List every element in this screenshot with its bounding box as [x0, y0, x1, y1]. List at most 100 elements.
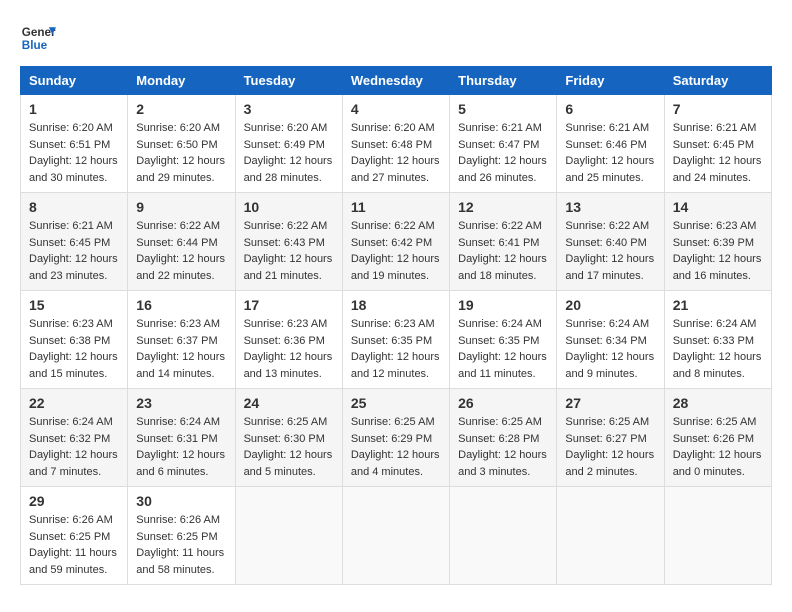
day-info: Sunrise: 6:25 AM Sunset: 6:26 PM Dayligh…	[673, 414, 763, 480]
logo: General Blue	[20, 20, 64, 56]
calendar-cell: 25 Sunrise: 6:25 AM Sunset: 6:29 PM Dayl…	[342, 389, 449, 487]
day-number: 21	[673, 297, 763, 313]
sunset-text: Sunset: 6:27 PM	[565, 431, 655, 448]
daylight-text: Daylight: 12 hours and 26 minutes.	[458, 153, 548, 186]
day-number: 23	[136, 395, 226, 411]
svg-text:Blue: Blue	[22, 39, 48, 52]
sunrise-text: Sunrise: 6:22 AM	[565, 218, 655, 235]
daylight-text: Daylight: 12 hours and 17 minutes.	[565, 251, 655, 284]
logo-icon: General Blue	[20, 20, 56, 56]
day-info: Sunrise: 6:25 AM Sunset: 6:28 PM Dayligh…	[458, 414, 548, 480]
day-info: Sunrise: 6:20 AM Sunset: 6:48 PM Dayligh…	[351, 120, 441, 186]
sunrise-text: Sunrise: 6:20 AM	[136, 120, 226, 137]
daylight-text: Daylight: 12 hours and 18 minutes.	[458, 251, 548, 284]
daylight-text: Daylight: 12 hours and 8 minutes.	[673, 349, 763, 382]
day-number: 28	[673, 395, 763, 411]
daylight-text: Daylight: 12 hours and 19 minutes.	[351, 251, 441, 284]
sunrise-text: Sunrise: 6:20 AM	[244, 120, 334, 137]
sunset-text: Sunset: 6:26 PM	[673, 431, 763, 448]
calendar-cell: 22 Sunrise: 6:24 AM Sunset: 6:32 PM Dayl…	[21, 389, 128, 487]
sunset-text: Sunset: 6:43 PM	[244, 235, 334, 252]
calendar-cell: 17 Sunrise: 6:23 AM Sunset: 6:36 PM Dayl…	[235, 291, 342, 389]
day-number: 22	[29, 395, 119, 411]
sunrise-text: Sunrise: 6:23 AM	[136, 316, 226, 333]
sunset-text: Sunset: 6:28 PM	[458, 431, 548, 448]
day-number: 3	[244, 101, 334, 117]
daylight-text: Daylight: 12 hours and 9 minutes.	[565, 349, 655, 382]
calendar-cell	[664, 487, 771, 585]
sunrise-text: Sunrise: 6:24 AM	[29, 414, 119, 431]
sunrise-text: Sunrise: 6:23 AM	[244, 316, 334, 333]
sunrise-text: Sunrise: 6:25 AM	[565, 414, 655, 431]
daylight-text: Daylight: 12 hours and 6 minutes.	[136, 447, 226, 480]
sunset-text: Sunset: 6:45 PM	[29, 235, 119, 252]
sunrise-text: Sunrise: 6:21 AM	[29, 218, 119, 235]
daylight-text: Daylight: 12 hours and 13 minutes.	[244, 349, 334, 382]
day-info: Sunrise: 6:26 AM Sunset: 6:25 PM Dayligh…	[29, 512, 119, 578]
sunset-text: Sunset: 6:31 PM	[136, 431, 226, 448]
sunset-text: Sunset: 6:25 PM	[136, 529, 226, 546]
sunset-text: Sunset: 6:47 PM	[458, 137, 548, 154]
sunset-text: Sunset: 6:51 PM	[29, 137, 119, 154]
daylight-text: Daylight: 12 hours and 27 minutes.	[351, 153, 441, 186]
day-info: Sunrise: 6:23 AM Sunset: 6:37 PM Dayligh…	[136, 316, 226, 382]
day-info: Sunrise: 6:24 AM Sunset: 6:31 PM Dayligh…	[136, 414, 226, 480]
sunset-text: Sunset: 6:48 PM	[351, 137, 441, 154]
weekday-header: Tuesday	[235, 67, 342, 95]
daylight-text: Daylight: 12 hours and 16 minutes.	[673, 251, 763, 284]
day-info: Sunrise: 6:21 AM Sunset: 6:45 PM Dayligh…	[29, 218, 119, 284]
sunrise-text: Sunrise: 6:23 AM	[673, 218, 763, 235]
sunset-text: Sunset: 6:35 PM	[458, 333, 548, 350]
day-number: 13	[565, 199, 655, 215]
day-number: 29	[29, 493, 119, 509]
sunset-text: Sunset: 6:49 PM	[244, 137, 334, 154]
calendar-cell: 15 Sunrise: 6:23 AM Sunset: 6:38 PM Dayl…	[21, 291, 128, 389]
day-info: Sunrise: 6:21 AM Sunset: 6:45 PM Dayligh…	[673, 120, 763, 186]
day-number: 16	[136, 297, 226, 313]
day-number: 17	[244, 297, 334, 313]
calendar-cell: 16 Sunrise: 6:23 AM Sunset: 6:37 PM Dayl…	[128, 291, 235, 389]
day-number: 10	[244, 199, 334, 215]
calendar-cell	[342, 487, 449, 585]
calendar-week: 8 Sunrise: 6:21 AM Sunset: 6:45 PM Dayli…	[21, 193, 772, 291]
day-number: 14	[673, 199, 763, 215]
daylight-text: Daylight: 12 hours and 12 minutes.	[351, 349, 441, 382]
sunrise-text: Sunrise: 6:20 AM	[351, 120, 441, 137]
sunrise-text: Sunrise: 6:24 AM	[565, 316, 655, 333]
daylight-text: Daylight: 12 hours and 7 minutes.	[29, 447, 119, 480]
day-number: 26	[458, 395, 548, 411]
sunrise-text: Sunrise: 6:26 AM	[136, 512, 226, 529]
day-info: Sunrise: 6:22 AM Sunset: 6:43 PM Dayligh…	[244, 218, 334, 284]
day-info: Sunrise: 6:25 AM Sunset: 6:29 PM Dayligh…	[351, 414, 441, 480]
calendar-cell	[235, 487, 342, 585]
daylight-text: Daylight: 12 hours and 28 minutes.	[244, 153, 334, 186]
day-info: Sunrise: 6:22 AM Sunset: 6:42 PM Dayligh…	[351, 218, 441, 284]
day-number: 11	[351, 199, 441, 215]
day-info: Sunrise: 6:23 AM Sunset: 6:36 PM Dayligh…	[244, 316, 334, 382]
daylight-text: Daylight: 12 hours and 4 minutes.	[351, 447, 441, 480]
sunset-text: Sunset: 6:45 PM	[673, 137, 763, 154]
sunrise-text: Sunrise: 6:26 AM	[29, 512, 119, 529]
daylight-text: Daylight: 12 hours and 25 minutes.	[565, 153, 655, 186]
sunset-text: Sunset: 6:41 PM	[458, 235, 548, 252]
calendar-cell: 11 Sunrise: 6:22 AM Sunset: 6:42 PM Dayl…	[342, 193, 449, 291]
sunset-text: Sunset: 6:35 PM	[351, 333, 441, 350]
page-header: General Blue	[20, 20, 772, 56]
calendar-cell: 19 Sunrise: 6:24 AM Sunset: 6:35 PM Dayl…	[450, 291, 557, 389]
day-number: 15	[29, 297, 119, 313]
day-info: Sunrise: 6:24 AM Sunset: 6:34 PM Dayligh…	[565, 316, 655, 382]
weekday-header: Saturday	[664, 67, 771, 95]
calendar-cell: 8 Sunrise: 6:21 AM Sunset: 6:45 PM Dayli…	[21, 193, 128, 291]
sunset-text: Sunset: 6:25 PM	[29, 529, 119, 546]
day-number: 5	[458, 101, 548, 117]
calendar-cell: 18 Sunrise: 6:23 AM Sunset: 6:35 PM Dayl…	[342, 291, 449, 389]
calendar-cell: 27 Sunrise: 6:25 AM Sunset: 6:27 PM Dayl…	[557, 389, 664, 487]
calendar-cell: 4 Sunrise: 6:20 AM Sunset: 6:48 PM Dayli…	[342, 95, 449, 193]
sunrise-text: Sunrise: 6:22 AM	[351, 218, 441, 235]
sunset-text: Sunset: 6:38 PM	[29, 333, 119, 350]
day-number: 25	[351, 395, 441, 411]
daylight-text: Daylight: 11 hours and 58 minutes.	[136, 545, 226, 578]
calendar-week: 22 Sunrise: 6:24 AM Sunset: 6:32 PM Dayl…	[21, 389, 772, 487]
calendar-table: SundayMondayTuesdayWednesdayThursdayFrid…	[20, 66, 772, 585]
calendar-cell: 7 Sunrise: 6:21 AM Sunset: 6:45 PM Dayli…	[664, 95, 771, 193]
